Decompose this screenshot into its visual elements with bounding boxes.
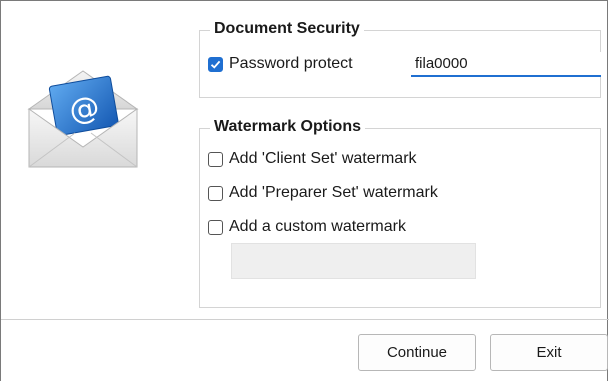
custom-watermark-checkbox[interactable] <box>208 219 223 235</box>
footer-separator <box>1 319 609 320</box>
checkmark-icon <box>210 60 221 69</box>
print-options-dialog: @ Document Security Password protect Wat… <box>0 0 609 381</box>
preparer-set-watermark-label: Add 'Preparer Set' watermark <box>229 184 438 201</box>
exit-button[interactable]: Exit <box>490 334 608 371</box>
client-set-watermark-label: Add 'Client Set' watermark <box>229 150 417 167</box>
preparer-set-watermark-row[interactable]: Add 'Preparer Set' watermark <box>208 184 438 202</box>
password-field[interactable] <box>411 52 601 77</box>
watermark-options-title: Watermark Options <box>210 118 365 136</box>
custom-watermark-row[interactable]: Add a custom watermark <box>208 218 406 236</box>
preparer-set-watermark-checkbox[interactable] <box>208 185 223 201</box>
custom-watermark-text-field[interactable] <box>231 243 476 279</box>
custom-watermark-label: Add a custom watermark <box>229 218 406 235</box>
password-protect-checkbox-row[interactable]: Password protect <box>208 55 353 73</box>
password-protect-checkbox[interactable] <box>208 56 223 72</box>
client-set-watermark-checkbox[interactable] <box>208 151 223 167</box>
password-protect-label: Password protect <box>229 55 353 72</box>
svg-text:@: @ <box>67 89 103 129</box>
client-set-watermark-row[interactable]: Add 'Client Set' watermark <box>208 150 417 168</box>
continue-button[interactable]: Continue <box>358 334 476 371</box>
document-security-title: Document Security <box>210 20 364 38</box>
email-envelope-icon: @ <box>27 70 139 168</box>
